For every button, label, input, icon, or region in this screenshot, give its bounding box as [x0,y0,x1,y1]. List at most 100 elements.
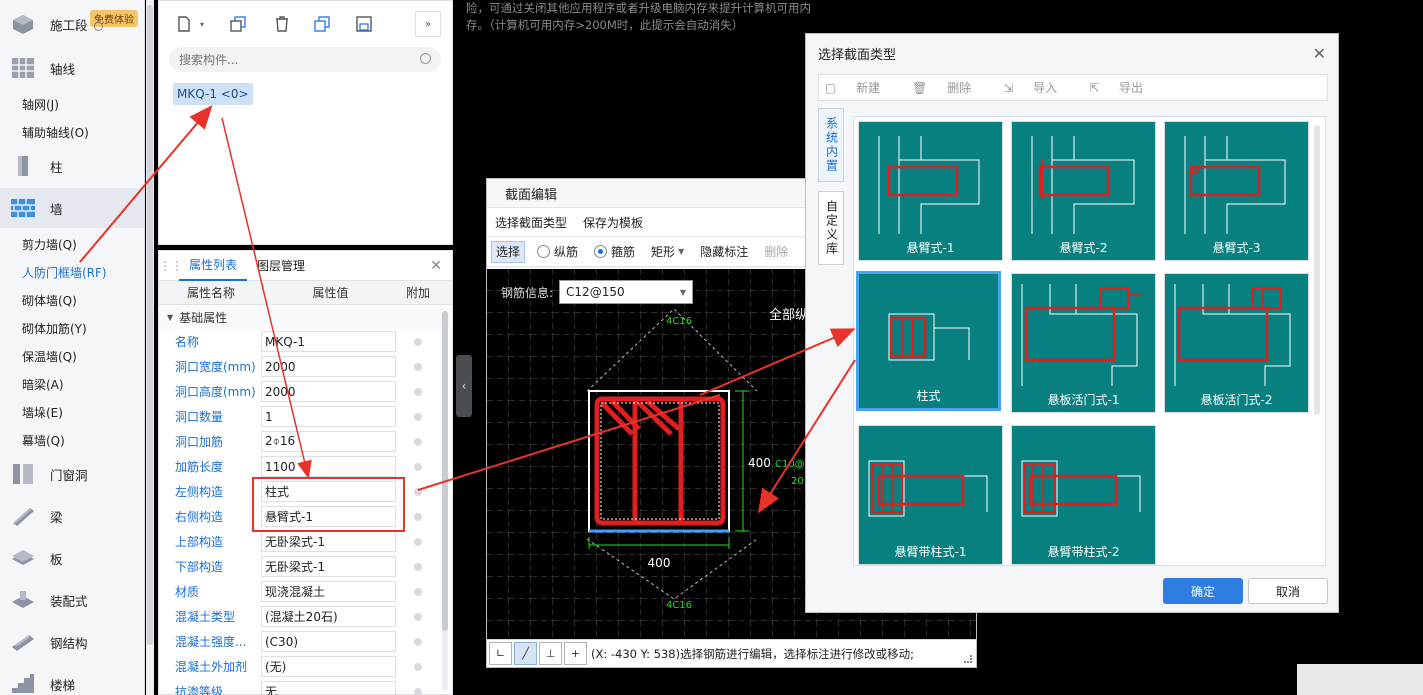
property-add-checkbox[interactable] [414,537,422,546]
nav-category-slab[interactable]: 板 [0,538,144,578]
property-value-field[interactable]: 1100 [261,456,396,477]
property-value-field[interactable]: (C30) [261,631,396,652]
section-tile-column[interactable]: 柱式 [856,271,1001,411]
section-tile-hinged-door-2[interactable]: 悬板活门式-2 [1164,273,1309,413]
nav-item-masonry-wall[interactable]: 砌体墙(Q) [0,286,144,314]
nav-scrollbar[interactable] [146,0,154,695]
stirrup-radio[interactable]: 箍筋 [590,241,639,263]
nav-category-column[interactable]: 柱 [0,146,144,186]
property-scrollbar[interactable] [442,311,448,691]
tab-property-list[interactable]: 属性列表 [179,251,248,281]
property-value-field[interactable]: 2000 [261,381,396,402]
height-dimension-label[interactable]: 400 [748,456,771,470]
property-value-field[interactable]: (无) [261,656,396,677]
property-add-checkbox[interactable] [414,462,422,471]
property-add-checkbox[interactable] [414,437,422,446]
property-scrollbar-thumb[interactable] [442,311,448,631]
property-add-checkbox[interactable] [414,362,422,371]
nav-category-steel-structure[interactable]: 钢结构 [0,622,144,662]
perpendicular-mode-button[interactable]: ⊥ [539,642,562,665]
menu-save-as-template[interactable]: 保存为模板 [583,214,643,231]
section-tile-cantilever-column-2[interactable]: 悬臂带柱式-2 [1011,425,1156,565]
new-template-button[interactable]: ▢ 新建 [825,79,896,96]
nav-item-masonry-reinforcement[interactable]: 砌体加筋(Y) [0,314,144,342]
hide-annotation-button[interactable]: 隐藏标注 [696,241,752,263]
nav-category-axis[interactable]: 轴线 [0,48,144,88]
property-value-field[interactable]: 现浇混凝土 [261,581,396,602]
nav-item-hidden-beam[interactable]: 暗梁(A) [0,370,144,398]
stirrup-dimension-label[interactable]: C10@ [775,459,805,470]
delete-template-button[interactable]: 🗑︎ 删除 [912,79,987,96]
new-component-button[interactable] [171,11,197,37]
section-tile-hinged-door-1[interactable]: 悬板活门式-1 [1011,273,1156,413]
copy-to-floor-button[interactable] [309,11,335,37]
save-template-button[interactable] [351,11,377,37]
collapse-panel-button[interactable]: ‹ [456,355,472,417]
cancel-button[interactable]: 取消 [1248,578,1328,604]
width-dimension-label[interactable]: 400 [648,556,671,570]
orthogonal-mode-button[interactable]: ∟ [489,642,512,665]
component-list-item[interactable]: MKQ-1 <0> [173,83,253,105]
property-add-checkbox[interactable] [414,662,422,671]
property-add-checkbox[interactable] [414,412,422,421]
resize-grip-icon[interactable] [964,655,972,663]
property-add-checkbox[interactable] [414,687,422,695]
section-tile-cantilever-1[interactable]: 悬臂式-1 [858,121,1003,261]
property-value-field[interactable]: 柱式 [261,481,396,502]
nav-category-wall[interactable]: 墙 [0,188,144,228]
property-add-checkbox[interactable] [414,337,422,346]
nav-category-beam[interactable]: 梁 [0,496,144,536]
property-value-field[interactable]: 无卧梁式-1 [261,531,396,552]
menu-select-section-type[interactable]: 选择截面类型 [495,214,567,231]
delete-component-button[interactable] [269,11,295,37]
section-tile-cantilever-2[interactable]: 悬臂式-2 [1011,121,1156,261]
nav-item-axis-grid[interactable]: 轴网(J) [0,90,144,118]
new-dropdown-button[interactable]: ▾ [195,11,209,37]
section-tile-cantilever-column-1[interactable]: 悬臂带柱式-1 [858,425,1003,565]
property-value-field[interactable]: 1 [261,406,396,427]
search-icon[interactable] [420,53,431,64]
diagonal-mode-button[interactable]: ╱ [514,642,537,665]
section-tile-cantilever-3[interactable]: 悬臂式-3 [1164,121,1309,261]
nav-item-civil-defense-door-wall[interactable]: 人防门框墙(RF) [0,258,144,286]
expand-toolbar-button[interactable]: » [415,11,441,37]
property-value-field[interactable]: 无卧梁式-1 [261,556,396,577]
property-add-checkbox[interactable] [414,512,422,521]
collapse-triangle-icon[interactable]: ▼ [167,313,173,322]
copy-component-button[interactable] [225,11,251,37]
rebar-info-select[interactable]: C12@150 ▼ [559,280,694,304]
close-icon[interactable]: ✕ [1313,44,1326,63]
property-value-field[interactable]: 无 [261,681,396,695]
property-add-checkbox[interactable] [414,487,422,496]
property-group-basic[interactable]: ▼ 基础属性 [159,305,452,329]
settings-icon[interactable] [94,22,103,31]
drag-handle-icon[interactable]: ⋮⋮ [159,259,183,273]
nav-category-door-window[interactable]: 门窗洞 [0,454,144,494]
property-add-checkbox[interactable] [414,387,422,396]
property-value-field[interactable]: 2000 [261,356,396,377]
import-template-button[interactable]: ⇲ 导入 [1003,79,1073,96]
nav-category-prefab[interactable]: 装配式 [0,580,144,620]
nav-item-wall-pier[interactable]: 墙垛(E) [0,398,144,426]
nav-item-shear-wall[interactable]: 剪力墙(Q) [0,230,144,258]
property-add-checkbox[interactable] [414,562,422,571]
nav-item-curtain-wall[interactable]: 幕墙(Q) [0,426,144,454]
property-add-checkbox[interactable] [414,612,422,621]
select-tool-button[interactable]: 选择 [491,240,526,263]
longitudinal-bar-radio[interactable]: 纵筋 [533,241,582,263]
bar-label-bottom[interactable]: 4C16 [666,600,692,611]
tab-custom-library[interactable]: 自定义库 [818,191,844,265]
gallery-scrollbar[interactable] [1314,125,1320,415]
property-value-field[interactable]: MKQ-1 [261,331,396,352]
export-template-button[interactable]: ⇱ 导出 [1089,79,1159,96]
property-add-checkbox[interactable] [414,637,422,646]
delete-tool-button[interactable]: 删除 [760,241,792,263]
property-value-field[interactable]: 悬臂式-1 [261,506,396,527]
rectangle-dropdown[interactable]: 矩形 ▼ [647,241,688,263]
ok-button[interactable]: 确定 [1163,578,1243,604]
property-value-field[interactable]: 2⌽16 [261,431,396,452]
search-input[interactable] [179,52,409,67]
nav-item-insulation-wall[interactable]: 保温墙(Q) [0,342,144,370]
tab-system-builtin[interactable]: 系统内置 [818,108,844,182]
all-bars-label[interactable]: 全部纵 [769,307,808,323]
